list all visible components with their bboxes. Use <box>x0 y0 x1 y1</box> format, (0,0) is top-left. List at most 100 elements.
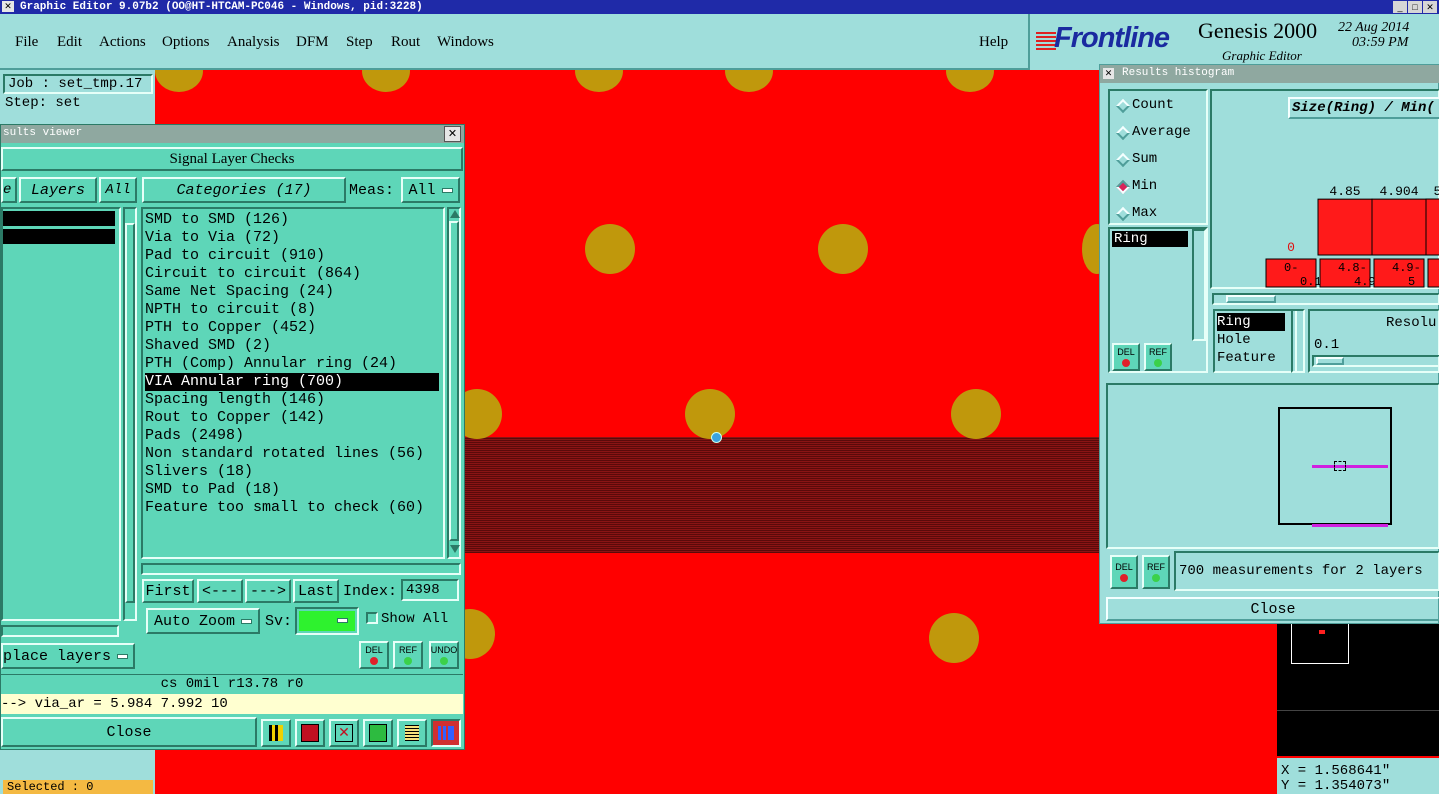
menu-options[interactable]: Options <box>162 34 210 51</box>
first-button[interactable]: First <box>142 579 194 603</box>
category-item[interactable]: Shaved SMD (2) <box>145 337 439 355</box>
category-item[interactable]: Same Net Spacing (24) <box>145 283 439 301</box>
histogram-chart: 00-0.14.854.8-4.94.9044.9-55.0685-5.1 <box>1265 184 1439 289</box>
scroll-thumb[interactable] <box>449 221 459 541</box>
layer-list-scrollbar[interactable] <box>1192 229 1206 341</box>
hist-del-button[interactable]: DEL <box>1112 343 1140 371</box>
close-window-button[interactable]: ✕ <box>1423 1 1437 13</box>
radio-count[interactable] <box>1115 98 1131 114</box>
layers-hscrollbar[interactable] <box>1 625 119 637</box>
category-item[interactable]: Spacing length (146) <box>145 391 439 409</box>
attribute-item[interactable]: Ring <box>1217 313 1285 331</box>
category-item[interactable]: Pads (2498) <box>145 427 439 445</box>
category-item[interactable]: SMD to SMD (126) <box>145 211 439 229</box>
report-tool-icon[interactable] <box>397 719 427 747</box>
green-dot-icon <box>1154 359 1162 367</box>
menu-dfm[interactable]: DFM <box>296 34 329 51</box>
category-item[interactable]: Non standard rotated lines (56) <box>145 445 439 463</box>
undo-button[interactable]: UNDO <box>429 641 459 669</box>
highlight-tool-icon[interactable] <box>295 719 325 747</box>
menu-help[interactable]: Help <box>979 34 1008 51</box>
layers-list[interactable] <box>1 207 121 621</box>
chart-hscrollbar[interactable] <box>1212 293 1439 305</box>
slider-thumb[interactable] <box>1316 357 1344 365</box>
show-all-checkbox[interactable] <box>366 612 378 624</box>
no-ref-tool-icon[interactable]: ✕ <box>329 719 359 747</box>
last-button[interactable]: Last <box>293 579 339 603</box>
layers-button[interactable]: Layers <box>19 177 97 203</box>
category-item[interactable]: Via to Via (72) <box>145 229 439 247</box>
layers-all-button[interactable]: All <box>99 177 137 203</box>
category-item[interactable]: PTH to Copper (452) <box>145 319 439 337</box>
histogram-bar[interactable] <box>1425 198 1439 256</box>
scroll-thumb[interactable] <box>1226 295 1276 303</box>
menu-analysis[interactable]: Analysis <box>227 34 280 51</box>
menu-rout[interactable]: Rout <box>391 34 420 51</box>
replace-layers-button[interactable]: place layers <box>1 643 135 669</box>
overview-map[interactable] <box>1277 624 1439 756</box>
attribute-item[interactable]: Hole <box>1217 331 1285 349</box>
job-field: Job : set_tmp.17 <box>3 74 153 94</box>
layer-row-selected[interactable] <box>3 229 115 244</box>
layers-tab-partial[interactable]: e <box>1 177 17 203</box>
layer-row-selected[interactable] <box>3 211 115 226</box>
sv-color-dropdown[interactable] <box>295 607 359 635</box>
scroll-thumb[interactable] <box>125 223 135 603</box>
attribute-scrollbar[interactable] <box>1291 309 1305 373</box>
attribute-item[interactable]: Feature <box>1217 349 1285 367</box>
menu-windows[interactable]: Windows <box>437 34 494 51</box>
prev-button[interactable]: <--- <box>197 579 243 603</box>
categories-scrollbar[interactable] <box>447 207 461 559</box>
radio-sum[interactable] <box>1115 152 1131 168</box>
category-item[interactable]: Pad to circuit (910) <box>145 247 439 265</box>
categories-hscrollbar[interactable] <box>141 563 461 575</box>
scroll-down-icon[interactable] <box>450 545 460 553</box>
chart-tool-icon[interactable] <box>431 719 461 747</box>
radio-max[interactable] <box>1115 206 1131 222</box>
auto-zoom-dropdown[interactable]: Auto Zoom <box>146 608 260 634</box>
maximize-button[interactable]: □ <box>1408 1 1422 13</box>
categories-list[interactable]: SMD to SMD (126) Via to Via (72) Pad to ci… <box>141 207 445 559</box>
category-item[interactable]: Feature too small to check (60) <box>145 499 439 517</box>
radio-average[interactable] <box>1115 125 1131 141</box>
menu-step[interactable]: Step <box>346 34 373 51</box>
resolution-slider[interactable] <box>1312 355 1439 367</box>
close-icon[interactable]: ✕ <box>444 126 461 142</box>
hist-bottom-ref-button[interactable]: REF <box>1142 555 1170 589</box>
categories-button[interactable]: Categories (17) <box>142 177 346 203</box>
title-bar: ✕ Graphic Editor 9.07b2 (OO@HT-HTCAM-PC0… <box>0 0 1439 14</box>
category-item[interactable]: Rout to Copper (142) <box>145 409 439 427</box>
category-item[interactable]: SMD to Pad (18) <box>145 481 439 499</box>
dropdown-icon <box>337 618 348 623</box>
histogram-bar[interactable] <box>1371 198 1427 256</box>
next-button[interactable]: ---> <box>245 579 291 603</box>
status-line: cs 0mil r13.78 r0 <box>1 674 463 693</box>
histogram-close-button[interactable]: Close <box>1106 597 1439 621</box>
histogram-tool-icon[interactable] <box>261 719 291 747</box>
pad <box>951 389 1001 439</box>
minimize-button[interactable]: _ <box>1393 1 1407 13</box>
menu-edit[interactable]: Edit <box>57 34 82 51</box>
layer-item-ring[interactable]: Ring <box>1112 231 1188 247</box>
hist-ref-button[interactable]: REF <box>1144 343 1172 371</box>
hist-bottom-del-button[interactable]: DEL <box>1110 555 1138 589</box>
layers-scrollbar[interactable] <box>123 207 137 621</box>
category-item[interactable]: NPTH to circuit (8) <box>145 301 439 319</box>
results-close-button[interactable]: Close <box>1 717 257 747</box>
histogram-layer-list[interactable]: Ring DEL REF <box>1108 227 1208 373</box>
category-item[interactable]: PTH (Comp) Annular ring (24) <box>145 355 439 373</box>
menu-actions[interactable]: Actions <box>99 34 146 51</box>
meas-dropdown[interactable]: All <box>401 177 460 203</box>
zoom-tool-icon[interactable] <box>363 719 393 747</box>
scroll-up-icon[interactable] <box>450 210 460 218</box>
category-item[interactable]: Circuit to circuit (864) <box>145 265 439 283</box>
attribute-list[interactable]: Ring Hole Feature <box>1213 309 1297 373</box>
del-button[interactable]: DEL <box>359 641 389 669</box>
category-item[interactable]: Slivers (18) <box>145 463 439 481</box>
radio-min[interactable] <box>1115 179 1131 195</box>
ref-button[interactable]: REF <box>393 641 423 669</box>
category-item[interactable]: VIA Annular ring (700) <box>145 373 439 391</box>
index-input[interactable]: 4398 <box>401 579 459 601</box>
menu-file[interactable]: File <box>15 34 38 51</box>
histogram-bar[interactable] <box>1317 198 1373 256</box>
